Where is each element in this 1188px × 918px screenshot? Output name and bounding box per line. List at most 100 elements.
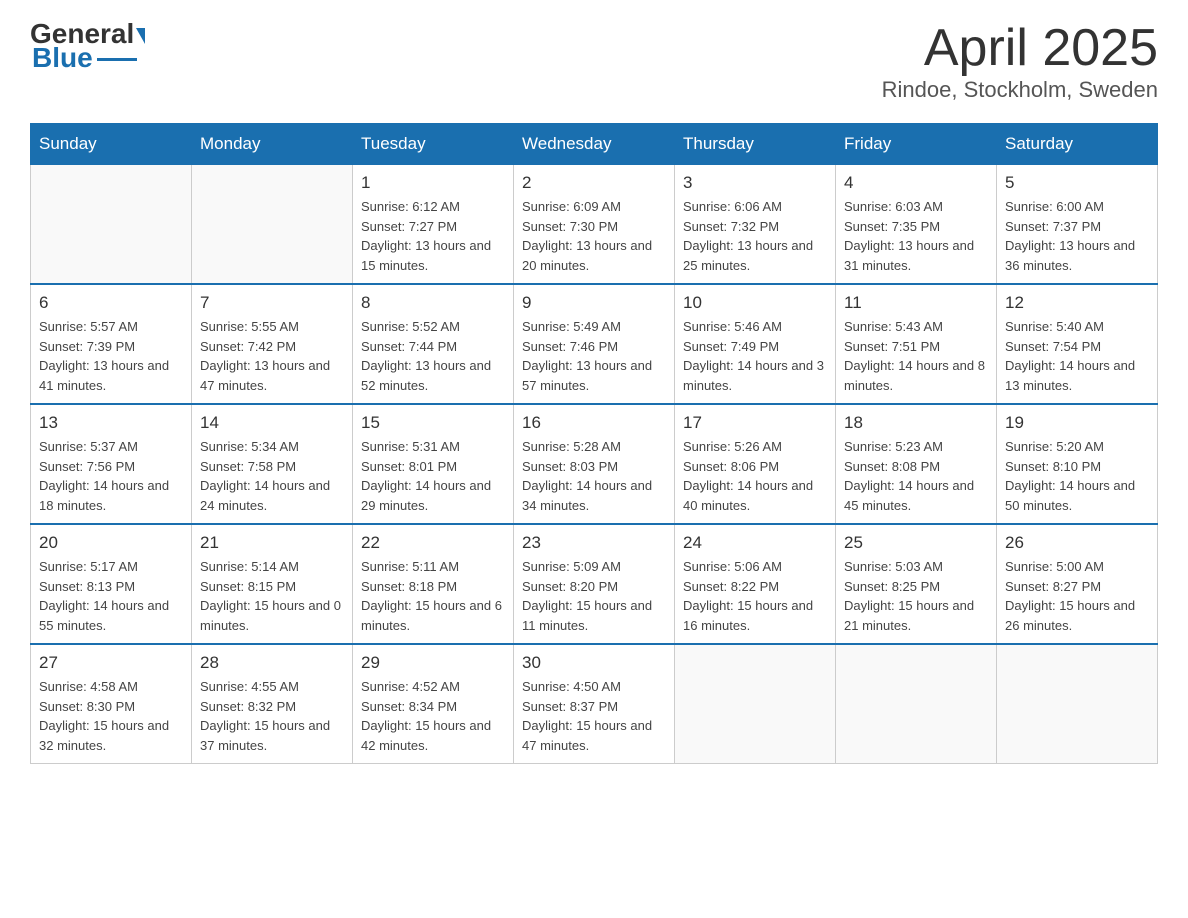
day-info: Sunrise: 5:40 AMSunset: 7:54 PMDaylight:… — [1005, 317, 1149, 395]
day-number: 20 — [39, 533, 183, 553]
day-info: Sunrise: 5:09 AMSunset: 8:20 PMDaylight:… — [522, 557, 666, 635]
day-info: Sunrise: 5:49 AMSunset: 7:46 PMDaylight:… — [522, 317, 666, 395]
day-number: 12 — [1005, 293, 1149, 313]
calendar-cell: 15 Sunrise: 5:31 AMSunset: 8:01 PMDayligh… — [353, 404, 514, 524]
calendar-cell — [192, 165, 353, 285]
day-info: Sunrise: 5:57 AMSunset: 7:39 PMDaylight:… — [39, 317, 183, 395]
day-info: Sunrise: 6:00 AMSunset: 7:37 PMDaylight:… — [1005, 197, 1149, 275]
day-number: 17 — [683, 413, 827, 433]
day-number: 6 — [39, 293, 183, 313]
day-info: Sunrise: 5:06 AMSunset: 8:22 PMDaylight:… — [683, 557, 827, 635]
day-info: Sunrise: 5:14 AMSunset: 8:15 PMDaylight:… — [200, 557, 344, 635]
day-number: 2 — [522, 173, 666, 193]
calendar-cell: 1 Sunrise: 6:12 AMSunset: 7:27 PMDaylight… — [353, 165, 514, 285]
day-info: Sunrise: 5:17 AMSunset: 8:13 PMDaylight:… — [39, 557, 183, 635]
day-info: Sunrise: 5:23 AMSunset: 8:08 PMDaylight:… — [844, 437, 988, 515]
calendar-cell: 12 Sunrise: 5:40 AMSunset: 7:54 PMDayligh… — [997, 284, 1158, 404]
calendar-cell: 16 Sunrise: 5:28 AMSunset: 8:03 PMDayligh… — [514, 404, 675, 524]
day-info: Sunrise: 5:03 AMSunset: 8:25 PMDaylight:… — [844, 557, 988, 635]
calendar-table: SundayMondayTuesdayWednesdayThursdayFrid… — [30, 123, 1158, 764]
calendar-cell — [997, 644, 1158, 764]
calendar-cell: 19Sunrise: 5:20 AMSunset: 8:10 PMDayligh… — [997, 404, 1158, 524]
day-info: Sunrise: 4:52 AMSunset: 8:34 PMDaylight:… — [361, 677, 505, 755]
week-row-5: 27 Sunrise: 4:58 AMSunset: 8:30 PMDayligh… — [31, 644, 1158, 764]
calendar-cell: 20 Sunrise: 5:17 AMSunset: 8:13 PMDayligh… — [31, 524, 192, 644]
day-number: 25 — [844, 533, 988, 553]
day-number: 29 — [361, 653, 505, 673]
header-sunday: Sunday — [31, 124, 192, 165]
calendar-cell: 4 Sunrise: 6:03 AMSunset: 7:35 PMDaylight… — [836, 165, 997, 285]
day-number: 4 — [844, 173, 988, 193]
day-info: Sunrise: 5:34 AMSunset: 7:58 PMDaylight:… — [200, 437, 344, 515]
day-number: 3 — [683, 173, 827, 193]
day-number: 16 — [522, 413, 666, 433]
day-info: Sunrise: 6:12 AMSunset: 7:27 PMDaylight:… — [361, 197, 505, 275]
day-number: 5 — [1005, 173, 1149, 193]
day-number: 8 — [361, 293, 505, 313]
header-saturday: Saturday — [997, 124, 1158, 165]
day-info: Sunrise: 4:58 AMSunset: 8:30 PMDaylight:… — [39, 677, 183, 755]
calendar-cell — [836, 644, 997, 764]
day-number: 14 — [200, 413, 344, 433]
calendar-header-row: SundayMondayTuesdayWednesdayThursdayFrid… — [31, 124, 1158, 165]
calendar-cell: 8 Sunrise: 5:52 AMSunset: 7:44 PMDaylight… — [353, 284, 514, 404]
calendar-cell: 28 Sunrise: 4:55 AMSunset: 8:32 PMDayligh… — [192, 644, 353, 764]
day-info: Sunrise: 5:43 AMSunset: 7:51 PMDaylight:… — [844, 317, 988, 395]
day-number: 18 — [844, 413, 988, 433]
day-info: Sunrise: 5:00 AMSunset: 8:27 PMDaylight:… — [1005, 557, 1149, 635]
calendar-cell: 29 Sunrise: 4:52 AMSunset: 8:34 PMDayligh… — [353, 644, 514, 764]
calendar-cell — [675, 644, 836, 764]
header-friday: Friday — [836, 124, 997, 165]
day-info: Sunrise: 5:52 AMSunset: 7:44 PMDaylight:… — [361, 317, 505, 395]
calendar-cell: 9 Sunrise: 5:49 AMSunset: 7:46 PMDaylight… — [514, 284, 675, 404]
day-info: Sunrise: 4:50 AMSunset: 8:37 PMDaylight:… — [522, 677, 666, 755]
calendar-cell: 18 Sunrise: 5:23 AMSunset: 8:08 PMDayligh… — [836, 404, 997, 524]
day-info: Sunrise: 4:55 AMSunset: 8:32 PMDaylight:… — [200, 677, 344, 755]
day-info: Sunrise: 6:03 AMSunset: 7:35 PMDaylight:… — [844, 197, 988, 275]
calendar-cell: 17 Sunrise: 5:26 AMSunset: 8:06 PMDayligh… — [675, 404, 836, 524]
day-number: 1 — [361, 173, 505, 193]
header-thursday: Thursday — [675, 124, 836, 165]
calendar-cell: 5 Sunrise: 6:00 AMSunset: 7:37 PMDaylight… — [997, 165, 1158, 285]
day-info: Sunrise: 5:11 AMSunset: 8:18 PMDaylight:… — [361, 557, 505, 635]
header-tuesday: Tuesday — [353, 124, 514, 165]
week-row-4: 20 Sunrise: 5:17 AMSunset: 8:13 PMDayligh… — [31, 524, 1158, 644]
day-number: 26 — [1005, 533, 1149, 553]
page-header: General Blue April 2025 Rindoe, Stockhol… — [30, 20, 1158, 103]
week-row-1: 1 Sunrise: 6:12 AMSunset: 7:27 PMDaylight… — [31, 165, 1158, 285]
calendar-cell: 30 Sunrise: 4:50 AMSunset: 8:37 PMDayligh… — [514, 644, 675, 764]
calendar-cell: 13 Sunrise: 5:37 AMSunset: 7:56 PMDayligh… — [31, 404, 192, 524]
day-info: Sunrise: 5:26 AMSunset: 8:06 PMDaylight:… — [683, 437, 827, 515]
day-info: Sunrise: 5:28 AMSunset: 8:03 PMDaylight:… — [522, 437, 666, 515]
day-info: Sunrise: 5:46 AMSunset: 7:49 PMDaylight:… — [683, 317, 827, 395]
calendar-cell: 23Sunrise: 5:09 AMSunset: 8:20 PMDayligh… — [514, 524, 675, 644]
day-number: 30 — [522, 653, 666, 673]
logo-blue-text: Blue — [32, 44, 93, 72]
day-number: 9 — [522, 293, 666, 313]
day-info: Sunrise: 6:09 AMSunset: 7:30 PMDaylight:… — [522, 197, 666, 275]
header-monday: Monday — [192, 124, 353, 165]
day-number: 15 — [361, 413, 505, 433]
calendar-cell: 24 Sunrise: 5:06 AMSunset: 8:22 PMDayligh… — [675, 524, 836, 644]
day-number: 22 — [361, 533, 505, 553]
title-block: April 2025 Rindoe, Stockholm, Sweden — [882, 20, 1158, 103]
day-number: 28 — [200, 653, 344, 673]
day-number: 7 — [200, 293, 344, 313]
calendar-cell: 3 Sunrise: 6:06 AMSunset: 7:32 PMDaylight… — [675, 165, 836, 285]
calendar-cell: 26 Sunrise: 5:00 AMSunset: 8:27 PMDayligh… — [997, 524, 1158, 644]
day-number: 13 — [39, 413, 183, 433]
day-number: 11 — [844, 293, 988, 313]
day-info: Sunrise: 6:06 AMSunset: 7:32 PMDaylight:… — [683, 197, 827, 275]
day-number: 10 — [683, 293, 827, 313]
calendar-cell — [31, 165, 192, 285]
day-info: Sunrise: 5:55 AMSunset: 7:42 PMDaylight:… — [200, 317, 344, 395]
day-info: Sunrise: 5:20 AMSunset: 8:10 PMDaylight:… — [1005, 437, 1149, 515]
calendar-cell: 11 Sunrise: 5:43 AMSunset: 7:51 PMDayligh… — [836, 284, 997, 404]
calendar-cell: 2 Sunrise: 6:09 AMSunset: 7:30 PMDaylight… — [514, 165, 675, 285]
day-number: 24 — [683, 533, 827, 553]
day-info: Sunrise: 5:31 AMSunset: 8:01 PMDaylight:… — [361, 437, 505, 515]
day-number: 27 — [39, 653, 183, 673]
calendar-cell: 27 Sunrise: 4:58 AMSunset: 8:30 PMDayligh… — [31, 644, 192, 764]
location-subtitle: Rindoe, Stockholm, Sweden — [882, 77, 1158, 103]
day-info: Sunrise: 5:37 AMSunset: 7:56 PMDaylight:… — [39, 437, 183, 515]
